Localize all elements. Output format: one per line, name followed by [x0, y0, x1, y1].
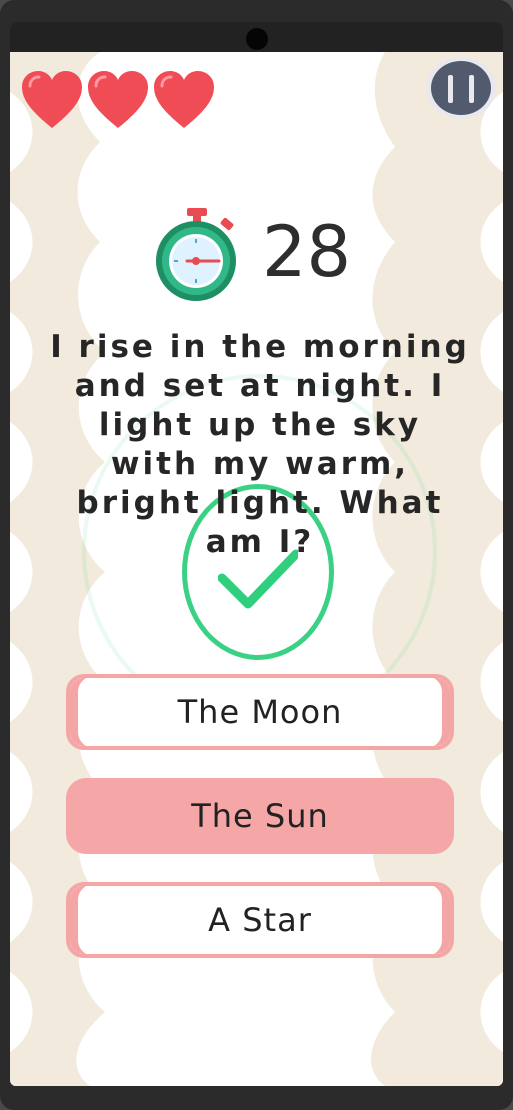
answer-option-the-sun[interactable]: The Sun: [66, 778, 454, 854]
pause-icon: [431, 61, 491, 115]
heart-icon: [22, 71, 82, 128]
game-screen: 28 I rise in the morning and set at nigh…: [10, 52, 503, 1086]
pause-icon-bar: [469, 75, 474, 103]
pause-button[interactable]: [426, 57, 496, 119]
answer-label: The Sun: [191, 797, 329, 835]
stopwatch-icon: [156, 208, 236, 301]
answer-option-the-moon[interactable]: The Moon: [66, 674, 454, 750]
phone-frame: 28 I rise in the morning and set at nigh…: [0, 0, 513, 1110]
timer-value: 28: [262, 211, 352, 293]
answer-label: The Moon: [177, 693, 343, 731]
heart-icon: [154, 71, 214, 128]
answer-label: A Star: [208, 901, 312, 939]
camera-notch: [246, 28, 268, 50]
question-text: I rise in the morning and set at night. …: [50, 329, 470, 560]
heart-icon: [88, 71, 148, 128]
answer-option-a-star[interactable]: A Star: [66, 882, 454, 958]
pause-icon-bar: [448, 75, 453, 103]
